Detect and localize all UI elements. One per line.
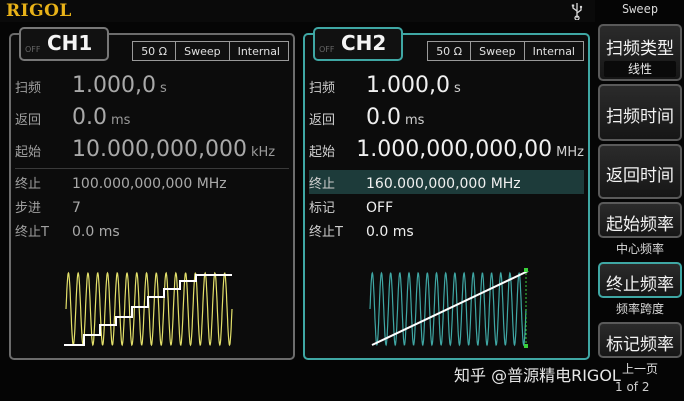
ch1-name: CH1 (47, 31, 93, 55)
ch1-panel[interactable]: OFF CH1 50 Ω Sweep Internal 扫频 1.000,0 s… (9, 27, 295, 360)
softkey-start-freq-label: 起始频率 (606, 215, 674, 235)
ch2-impedance-tag: 50 Ω (428, 42, 472, 60)
ch1-divider (15, 168, 289, 169)
ch2-return-time-row[interactable]: 返回 0.0 ms (309, 105, 584, 130)
ch2-sweep-time-value: 1.000,0 (366, 73, 450, 98)
ch1-stop-freq-value: 100.000,000,000 MHz (72, 176, 227, 192)
ch1-sweep-time-row[interactable]: 扫频 1.000,0 s (15, 73, 289, 98)
ch1-start-freq-value: 10.000,000,000 (72, 137, 247, 162)
ch1-step-value: 7 (72, 200, 81, 216)
ch2-stop-freq-value: 160.000,000,000 MHz (366, 176, 521, 192)
ch1-step-label: 步进 (15, 201, 42, 216)
ch1-output-state: OFF (25, 45, 41, 54)
ch2-start-freq-value: 1.000,000,000,00 (356, 137, 553, 162)
ch1-stop-hold-row[interactable]: 终止T 0.0 ms (15, 221, 289, 240)
softkey-sweep-type-label: 扫频类型 (606, 39, 674, 59)
ch2-stop-hold-row[interactable]: 终止T 0.0 ms (309, 221, 584, 240)
ch2-stop-hold-value: 0.0 ms (366, 224, 414, 240)
ch2-tags: 50 Ω Sweep Internal (427, 41, 584, 61)
ch2-waveform-preview (369, 268, 529, 348)
ch2-sweep-time-label: 扫频 (309, 81, 336, 96)
softkey-return-time[interactable]: 返回时间 (598, 144, 682, 199)
softkey-sweep-type[interactable]: 扫频类型 线性 (598, 24, 682, 81)
ch2-stop-freq-label: 终止 (309, 177, 336, 192)
ch2-output-state: OFF (319, 45, 335, 54)
ch1-start-freq-row[interactable]: 起始 10.000,000,000 kHz (15, 137, 289, 162)
ch1-label[interactable]: OFF CH1 (19, 27, 109, 61)
ch2-start-freq-unit: MHz (556, 145, 584, 160)
softkey-return-time-label: 返回时间 (606, 166, 674, 186)
ch1-return-time-unit: ms (111, 113, 131, 128)
ch1-sweep-time-unit: s (159, 81, 167, 96)
ch1-return-time-label: 返回 (15, 113, 42, 128)
menu-title: Sweep (621, 2, 659, 16)
softkey-sweep-time-label: 扫频时间 (606, 107, 674, 127)
center-freq-note: 中心频率 (615, 242, 664, 256)
ch1-stop-freq-row[interactable]: 终止 100.000,000,000 MHz (15, 173, 289, 192)
ch2-start-freq-label: 起始 (309, 145, 336, 160)
ch2-mode-tag: Sweep (471, 42, 525, 60)
ch2-start-freq-row[interactable]: 起始 1.000,000,000,00 MHz (309, 137, 584, 162)
ch2-return-time-unit: ms (405, 113, 425, 128)
ch2-label[interactable]: OFF CH2 (313, 27, 403, 61)
ch2-sweep-time-unit: s (453, 81, 461, 96)
ch1-stop-hold-label: 终止T (15, 225, 49, 240)
ch1-sweep-time-label: 扫频 (15, 81, 42, 96)
ch2-name: CH2 (341, 31, 387, 55)
softkey-marker-freq-label: 标记频率 (606, 335, 674, 355)
softkey-marker-freq[interactable]: 标记频率 (598, 322, 682, 358)
softkey-stop-freq-label: 终止频率 (606, 275, 674, 295)
ch2-marker-label: 标记 (309, 201, 336, 216)
ch2-marker-bottom (524, 344, 528, 348)
ch1-start-freq-label: 起始 (15, 145, 42, 160)
ch2-marker-top (524, 268, 528, 272)
ch1-waveform-preview (64, 271, 233, 347)
ch1-impedance-tag: 50 Ω (133, 42, 177, 60)
softkey-sweep-time[interactable]: 扫频时间 (598, 84, 682, 141)
softkey-sweep-type-value: 线性 (604, 61, 676, 77)
watermark: 知乎 @普源精电RIGOL (454, 366, 621, 385)
span-freq-note: 频率跨度 (615, 302, 664, 316)
usb-icon (571, 3, 583, 20)
ch1-start-freq-unit: kHz (250, 145, 276, 160)
ch2-return-time-value: 0.0 (366, 105, 401, 130)
ch1-return-time-row[interactable]: 返回 0.0 ms (15, 105, 289, 130)
ch2-marker-value: OFF (366, 200, 394, 216)
ch2-stop-hold-label: 终止T (309, 225, 343, 240)
top-bar: RIGOL (0, 0, 595, 22)
ch1-mode-tag: Sweep (176, 42, 230, 60)
ch2-stop-freq-row[interactable]: 终止 160.000,000,000 MHz (309, 170, 584, 194)
ch2-marker-row[interactable]: 标记 OFF (309, 197, 584, 216)
ch1-sweep-time-value: 1.000,0 (72, 73, 156, 98)
brand-logo: RIGOL (6, 1, 72, 21)
ch1-stop-freq-label: 终止 (15, 177, 42, 192)
ch2-sweep-time-row[interactable]: 扫频 1.000,0 s (309, 73, 584, 98)
ch1-source-tag: Internal (237, 45, 280, 58)
ch2-panel[interactable]: OFF CH2 50 Ω Sweep Internal 扫频 1.000,0 s… (303, 27, 590, 360)
softkey-stop-freq[interactable]: 终止频率 (598, 262, 682, 298)
ch1-tags: 50 Ω Sweep Internal (132, 41, 289, 61)
ch1-return-time-value: 0.0 (72, 105, 107, 130)
ch2-source-tag: Internal (532, 45, 575, 58)
ch1-step-row[interactable]: 步进 7 (15, 197, 289, 216)
ch1-stop-hold-value: 0.0 ms (72, 224, 120, 240)
ch2-return-time-label: 返回 (309, 113, 336, 128)
softkey-start-freq[interactable]: 起始频率 (598, 202, 682, 238)
